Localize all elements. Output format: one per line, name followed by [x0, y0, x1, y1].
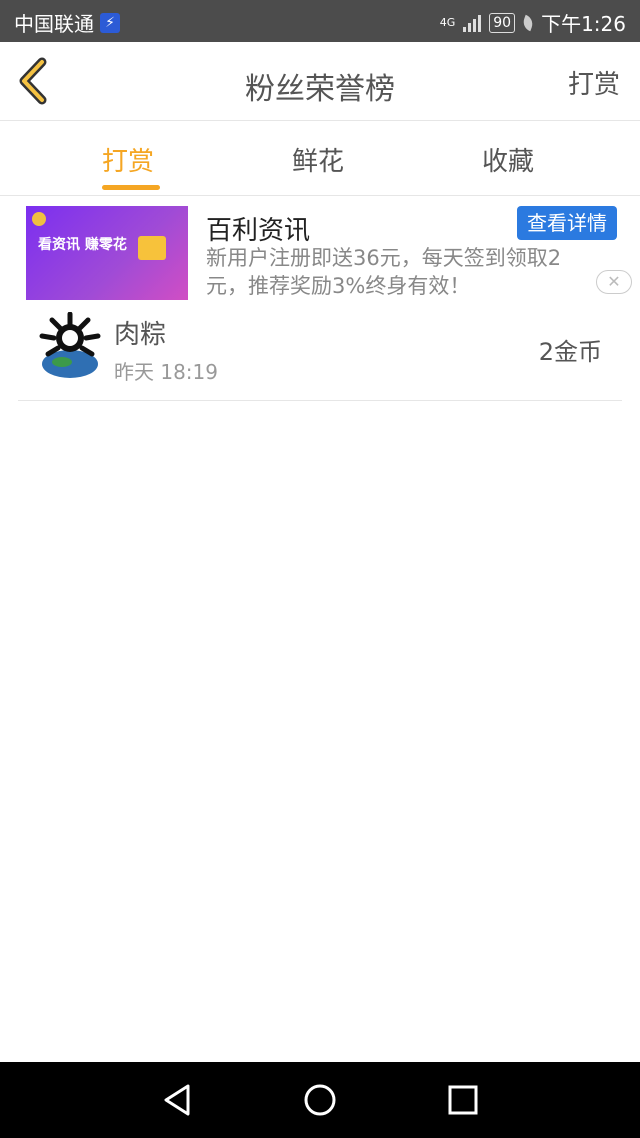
- ad-title: 百利资讯: [206, 216, 311, 246]
- avatar: [38, 311, 102, 378]
- data-saver-icon: ⚡: [100, 12, 120, 33]
- page-title: 粉丝荣誉榜: [245, 72, 395, 107]
- nav-recents-button[interactable]: [442, 1082, 482, 1118]
- close-ad-button[interactable]: ✕: [596, 270, 632, 294]
- tab-flowers[interactable]: 鲜花: [292, 141, 344, 178]
- eco-leaf-icon: [520, 14, 536, 31]
- carrier-label: 中国联通: [14, 12, 94, 36]
- reward-button[interactable]: 打赏: [568, 64, 620, 101]
- logo-icon: [32, 212, 46, 226]
- nav-back-button[interactable]: [158, 1082, 198, 1118]
- ad-image[interactable]: 看资讯 赚零花: [26, 206, 188, 300]
- ad-banner[interactable]: 看资讯 赚零花 百利资讯 新用户注册即送36元，每天签到领取2元，推荐奖励3%终…: [0, 196, 640, 304]
- nav-home-button[interactable]: [300, 1082, 340, 1118]
- ad-description: 新用户注册即送36元，每天签到领取2元，推荐奖励3%终身有效！: [206, 246, 562, 298]
- battery-icon: 90: [489, 12, 516, 33]
- system-nav-bar: [0, 1062, 640, 1138]
- network-type: 4G: [439, 16, 456, 29]
- signal-icon: [463, 14, 482, 32]
- user-name: 肉粽: [114, 320, 167, 350]
- list-item[interactable]: 肉粽 昨天 18:19 2金币: [18, 306, 622, 401]
- status-left: 中国联通 ⚡: [14, 8, 120, 37]
- tab-reward[interactable]: 打赏: [102, 141, 154, 178]
- gift-box-icon: [138, 236, 166, 260]
- triangle-back-icon: [164, 1084, 190, 1116]
- status-bar: 中国联通 ⚡ 4G 90 下午1:26: [0, 0, 640, 42]
- timestamp: 昨天 18:19: [114, 360, 218, 384]
- top-app-bar: 粉丝荣誉榜 打赏: [0, 42, 640, 121]
- ad-image-headline: 看资讯 赚零花: [38, 237, 127, 253]
- circle-home-icon: [304, 1084, 336, 1116]
- clock: 下午1:26: [541, 12, 626, 36]
- tab-indicator: [102, 185, 160, 190]
- tab-favorites[interactable]: 收藏: [482, 141, 534, 178]
- status-right: 4G 90 下午1:26: [440, 8, 626, 37]
- tab-bar: 打赏 鲜花 收藏: [0, 121, 640, 196]
- view-details-button[interactable]: 查看详情: [517, 206, 617, 240]
- reward-amount: 2金币: [538, 338, 602, 366]
- square-recents-icon: [448, 1085, 478, 1115]
